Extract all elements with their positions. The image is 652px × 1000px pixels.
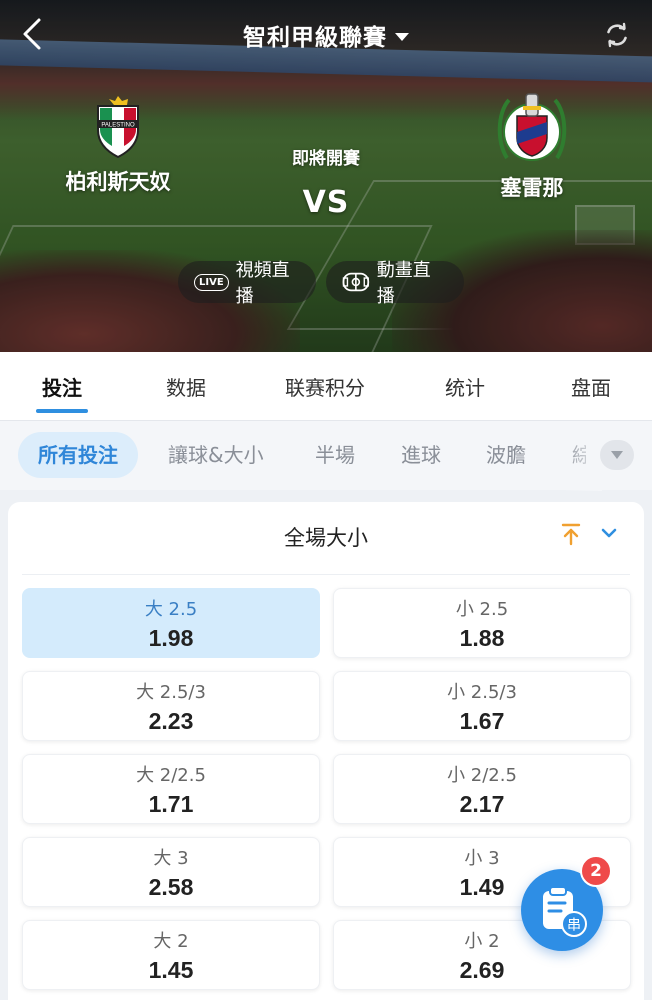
odds-button-over-2[interactable]: 大 2 1.45 — [22, 920, 320, 990]
match-status: 即將開賽 — [292, 149, 360, 169]
odds-button-over-2.5-3[interactable]: 大 2.5/3 2.23 — [22, 671, 320, 741]
away-team-name: 塞雷那 — [500, 176, 564, 200]
odds-button-over-2.5[interactable]: 大 2.5 1.98 — [22, 588, 320, 658]
vs-label: VS — [302, 185, 350, 220]
pin-to-top-icon[interactable] — [560, 522, 582, 546]
live-animation-label: 動畫直播 — [376, 260, 431, 307]
tab-data[interactable]: 数据 — [160, 372, 212, 401]
chevron-down-icon[interactable] — [598, 522, 620, 544]
market-title: 全場大小 — [284, 526, 368, 550]
bet-category-bar: 所有投注 讓球&大小 半場 進球 波膽 綜 — [0, 420, 652, 491]
live-video-button[interactable]: LIVE 視頻直播 — [178, 260, 316, 307]
away-team: 塞雷那 — [432, 88, 632, 202]
svg-text:PALESTINO: PALESTINO — [101, 123, 135, 129]
tab-league-standings[interactable]: 联赛积分 — [279, 372, 371, 401]
tab-statistics[interactable]: 统计 — [439, 372, 491, 401]
match-header: 智利甲級聯賽 PALESTINO 柏利斯天奴 即將開賽 VS 塞雷那 LIVE … — [0, 0, 652, 352]
odds-button-under-2-2.5[interactable]: 小 2/2.5 2.17 — [333, 754, 631, 824]
odds-button-under-2.5[interactable]: 小 2.5 1.88 — [333, 588, 631, 658]
subtab-correct-score[interactable]: 波膽 — [486, 432, 526, 478]
league-title: 智利甲級聯賽 — [243, 25, 387, 51]
home-team-crest-icon: PALESTINO — [97, 96, 139, 158]
match-center: 即將開賽 VS — [226, 144, 426, 220]
active-tab-indicator — [36, 409, 88, 413]
divider — [22, 574, 630, 575]
caret-down-icon — [395, 32, 409, 41]
league-selector[interactable]: 智利甲級聯賽 — [0, 18, 652, 52]
refresh-icon[interactable] — [602, 20, 632, 50]
live-animation-button[interactable]: 動畫直播 — [326, 260, 464, 307]
odds-button-over-2-2.5[interactable]: 大 2/2.5 1.71 — [22, 754, 320, 824]
live-badge: LIVE — [194, 273, 229, 291]
pitch-icon — [342, 272, 370, 292]
live-video-label: 視頻直播 — [235, 260, 290, 307]
odds-button-over-3[interactable]: 大 3 2.58 — [22, 837, 320, 907]
more-categories-button[interactable] — [600, 440, 634, 470]
subtab-half-time[interactable]: 半場 — [315, 432, 355, 478]
subtab-handicap-overunder[interactable]: 讓球&大小 — [168, 432, 264, 478]
betslip-count-badge: 2 — [580, 855, 612, 887]
chevron-down-icon — [611, 451, 623, 459]
away-team-crest-icon — [497, 93, 567, 161]
top-bar: 智利甲級聯賽 — [0, 0, 652, 70]
tab-market-view[interactable]: 盘面 — [565, 372, 617, 401]
main-tab-bar: 投注 数据 联赛积分 统计 盘面 — [0, 352, 652, 420]
home-team: PALESTINO 柏利斯天奴 — [18, 96, 218, 196]
home-team-name: 柏利斯天奴 — [65, 170, 171, 194]
subtab-goals[interactable]: 進球 — [401, 432, 441, 478]
tab-bets[interactable]: 投注 — [36, 372, 88, 413]
svg-text:串: 串 — [567, 918, 581, 934]
odds-button-under-2.5-3[interactable]: 小 2.5/3 1.67 — [333, 671, 631, 741]
subtab-all-bets[interactable]: 所有投注 — [18, 432, 138, 478]
